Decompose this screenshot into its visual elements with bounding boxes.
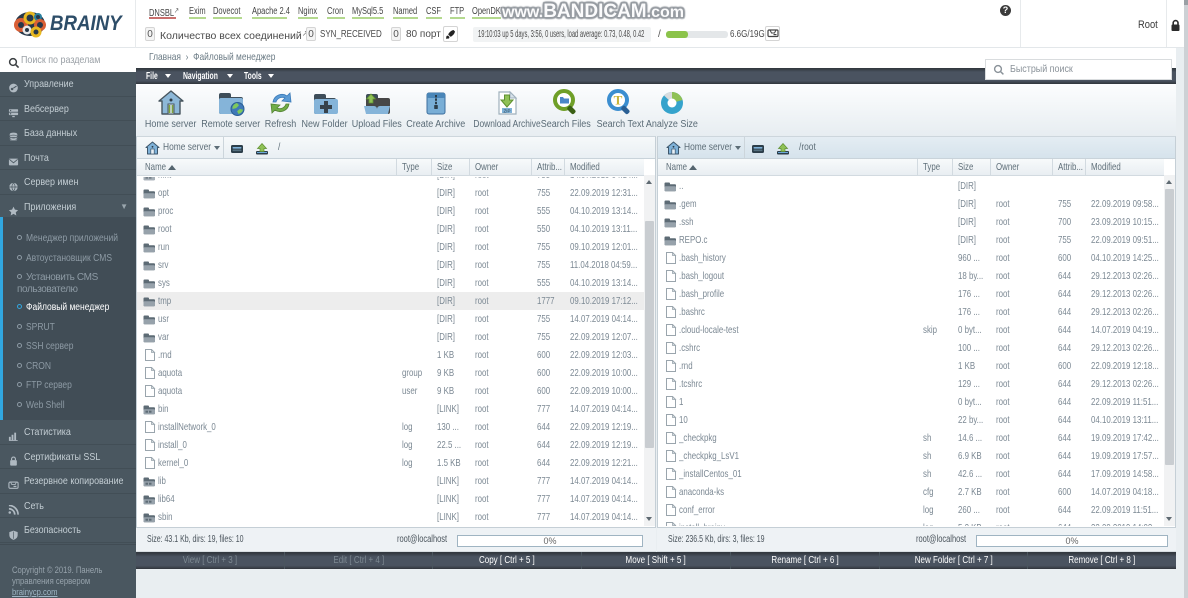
svg-text:ZIP: ZIP	[503, 108, 510, 113]
svg-text:T: T	[614, 93, 623, 108]
